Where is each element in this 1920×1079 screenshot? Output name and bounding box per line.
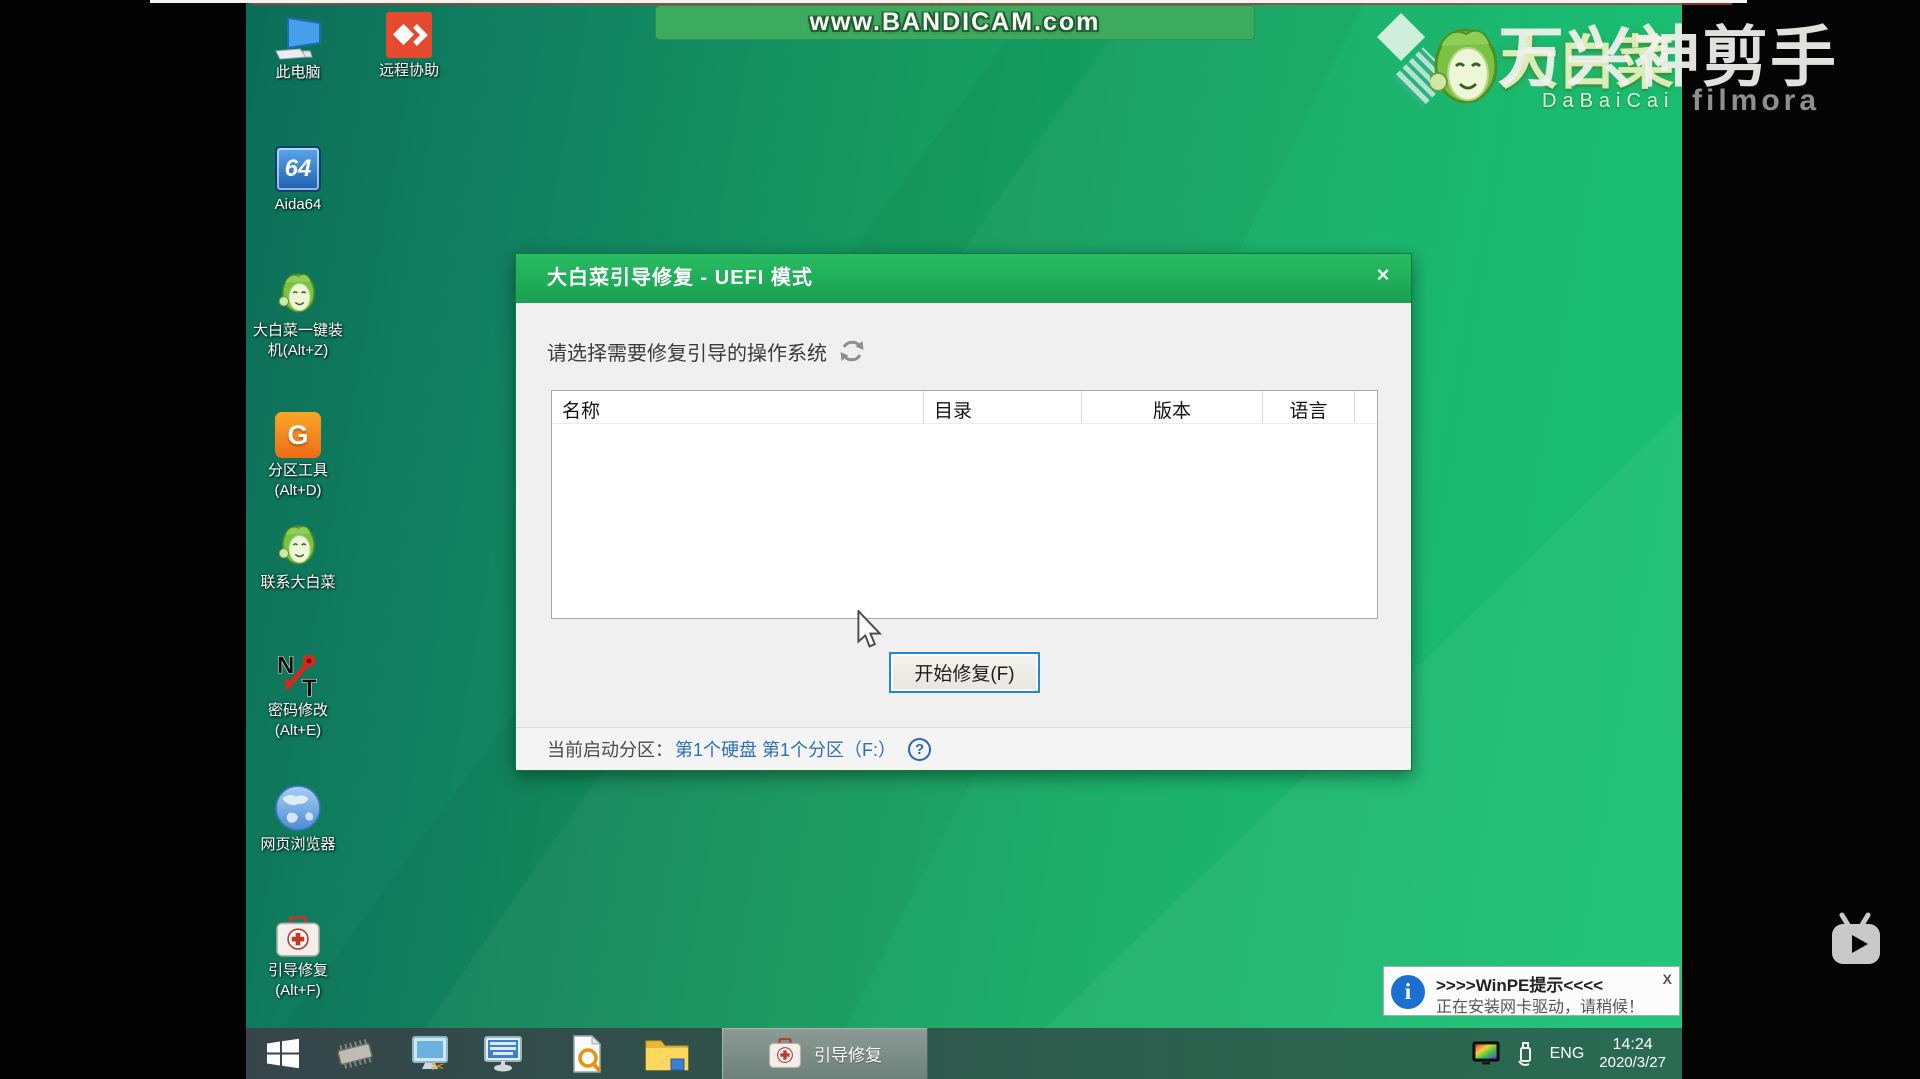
icon-label: 引导修复 <box>242 961 354 981</box>
icon-label: (Alt+F) <box>242 981 354 1001</box>
tv-play-watermark-icon <box>1828 910 1886 968</box>
windows-logo-icon <box>266 1037 300 1071</box>
monitor-keyboard-icon <box>481 1035 525 1073</box>
icon-label: 机(Alt+Z) <box>242 341 354 361</box>
desktop-icon-contact-dabaicai[interactable]: 联系大白菜 <box>242 522 354 593</box>
usb-device-icon[interactable] <box>1515 1040 1535 1068</box>
nt-password-key-icon: N T <box>275 652 321 698</box>
folder-icon <box>644 1036 690 1072</box>
filmora-en-watermark: filmora <box>1692 84 1820 118</box>
icon-label: 分区工具 <box>242 461 354 481</box>
start-repair-button[interactable]: 开始修复(F) <box>889 652 1040 693</box>
memory-chip-icon <box>331 1037 379 1071</box>
task-label: 引导修复 <box>814 1041 882 1066</box>
left-letterbox-bar <box>0 0 246 1079</box>
boot-partition-label: 当前启动分区： <box>547 736 673 762</box>
remote-assist-icon <box>386 12 432 58</box>
winpe-notification: i >>>>WinPE提示<<<< X 正在安装网卡驱动，请稍候！ <box>1383 966 1680 1016</box>
column-header-version[interactable]: 版本 <box>1082 391 1263 423</box>
desktop-icon-remote-assist[interactable]: 远程协助 <box>353 10 465 81</box>
dialog-title: 大白菜引导修复 - UEFI 模式 <box>516 254 1411 303</box>
column-header-language[interactable]: 语言 <box>1263 391 1355 423</box>
column-header-name[interactable]: 名称 <box>552 391 924 423</box>
taskbar-icon-onscreen-keyboard[interactable] <box>476 1028 530 1079</box>
os-list-table[interactable]: 名称 目录 版本 语言 <box>551 390 1378 619</box>
icon-label: 密码修改 <box>242 701 354 721</box>
icon-label: 远程协助 <box>353 61 465 81</box>
bandicam-watermark: www.BANDICAM.com <box>655 5 1255 40</box>
svg-text:N: N <box>277 652 294 679</box>
clock-date: 2020/3/27 <box>1599 1054 1666 1071</box>
icon-label: 此电脑 <box>242 63 354 83</box>
taskbar-icon-search-viewer[interactable] <box>560 1028 614 1079</box>
icon-label: 网页浏览器 <box>242 835 354 855</box>
language-indicator[interactable]: ENG <box>1550 1045 1585 1063</box>
dialog-footer: 当前启动分区： 第1个硬盘 第1个分区（F:） ? <box>516 727 1411 770</box>
column-header-directory[interactable]: 目录 <box>924 391 1082 423</box>
desktop-icon-web-browser[interactable]: 网页浏览器 <box>242 784 354 855</box>
taskbar-icon-screen-capture[interactable]: ✂ <box>404 1028 458 1079</box>
table-empty-body <box>552 424 1377 619</box>
cabbage-mascot-icon <box>275 270 321 318</box>
desktop-icon-password-reset[interactable]: N T 密码修改 (Alt+E) <box>242 650 354 741</box>
help-icon[interactable]: ? <box>908 738 931 761</box>
document-magnifier-icon <box>567 1034 607 1074</box>
monitor-scissors-icon: ✂ <box>409 1035 453 1073</box>
info-icon: i <box>1391 975 1425 1009</box>
boot-repair-dialog: 大白菜引导修复 - UEFI 模式 × 请选择需要修复引导的操作系统 名称 目录… <box>515 253 1412 771</box>
taskbar-clock[interactable]: 14:24 2020/3/27 <box>1599 1036 1666 1071</box>
dialog-prompt-row: 请选择需要修复引导的操作系统 <box>547 336 867 366</box>
taskbar: ✂ <box>246 1028 1682 1079</box>
globe-icon <box>274 784 322 832</box>
first-aid-kit-icon <box>275 916 321 958</box>
desktop-icon-this-pc[interactable]: 此电脑 <box>242 12 354 83</box>
clock-time: 14:24 <box>1599 1036 1666 1054</box>
desktop-icon-partition-tool[interactable]: G 分区工具 (Alt+D) <box>242 410 354 501</box>
icon-label: (Alt+D) <box>242 481 354 501</box>
aida64-icon: 64 <box>275 146 321 192</box>
diskgenius-icon: G <box>275 412 321 458</box>
taskbar-icon-memory-chip[interactable] <box>328 1028 382 1079</box>
display-settings-icon[interactable] <box>1472 1041 1500 1067</box>
desktop-icon-boot-repair[interactable]: 引导修复 (Alt+F) <box>242 910 354 1001</box>
taskbar-task-boot-repair[interactable]: 引导修复 <box>722 1028 928 1079</box>
icon-label: Aida64 <box>242 195 354 215</box>
notification-close-icon[interactable]: X <box>1663 971 1672 987</box>
cabbage-mascot-icon <box>1430 22 1500 114</box>
screen: www.BANDICAM.com 大白菜 DaBaiCai 万兴神剪手 film… <box>0 0 1920 1079</box>
bandicam-url-text: www.BANDICAM.com <box>810 8 1101 37</box>
svg-text:✂: ✂ <box>431 1059 444 1073</box>
boot-partition-value-link[interactable]: 第1个硬盘 第1个分区（F:） <box>675 736 896 762</box>
notification-message: 正在安装网卡驱动，请稍候！ <box>1436 993 1644 1017</box>
table-header-row: 名称 目录 版本 语言 <box>552 391 1377 424</box>
system-tray: ENG 14:24 2020/3/27 <box>1472 1028 1682 1079</box>
desktop-icon-aida64[interactable]: 64 Aida64 <box>242 144 354 215</box>
refresh-icon[interactable] <box>837 336 867 366</box>
start-button[interactable] <box>256 1028 310 1079</box>
icon-label: 大白菜一键装 <box>242 321 354 341</box>
mouse-cursor <box>856 610 884 650</box>
icon-label: (Alt+E) <box>242 721 354 741</box>
svg-text:T: T <box>302 675 317 698</box>
computer-icon <box>273 16 323 60</box>
first-aid-kit-icon <box>768 1038 802 1069</box>
desktop-icon-dabaicai-install[interactable]: 大白菜一键装 机(Alt+Z) <box>242 270 354 361</box>
column-header-spacer <box>1355 391 1377 423</box>
prompt-text: 请选择需要修复引导的操作系统 <box>547 337 827 366</box>
close-icon[interactable]: × <box>1369 262 1397 290</box>
taskbar-icon-file-explorer[interactable] <box>640 1028 694 1079</box>
cabbage-mascot-icon <box>275 522 321 570</box>
icon-label: 联系大白菜 <box>242 573 354 593</box>
